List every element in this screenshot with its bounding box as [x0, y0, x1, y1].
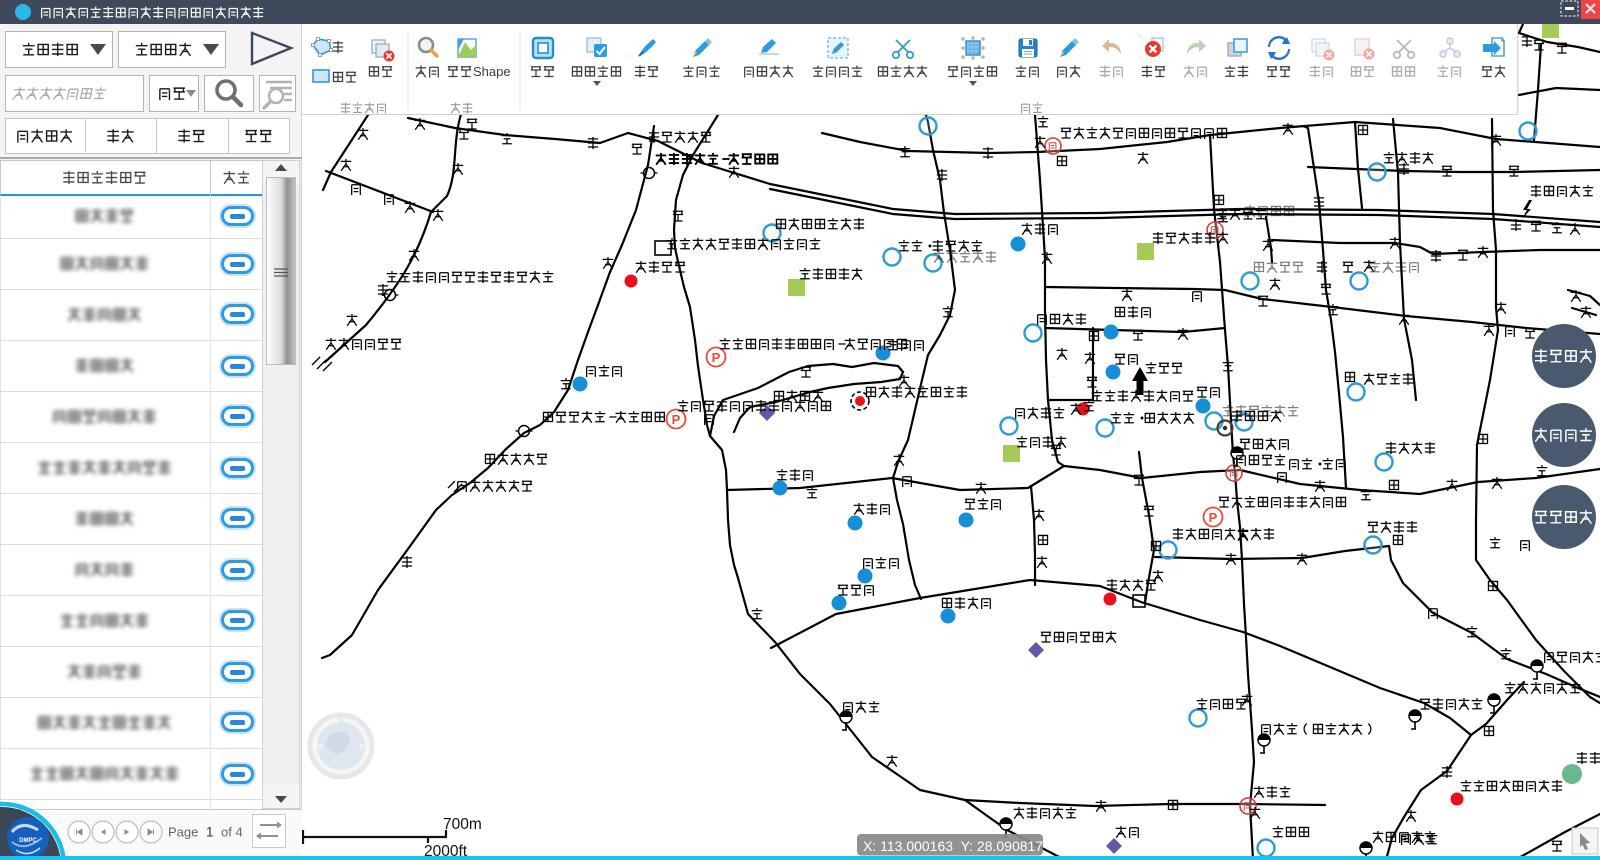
svg-text:N: N: [338, 718, 343, 725]
svg-text:DMPC: DMPC: [19, 838, 37, 844]
svg-text:2000ft: 2000ft: [424, 843, 468, 857]
svg-text:Page: Page: [168, 825, 198, 840]
svg-text:of 4: of 4: [221, 825, 243, 840]
svg-text:X: 113.000163 Y: 28.090817: X: 113.000163 Y: 28.090817: [863, 838, 1043, 854]
svg-text:1: 1: [206, 825, 214, 840]
svg-text:P: P: [1209, 510, 1218, 525]
svg-text:P: P: [712, 350, 721, 365]
svg-text:P: P: [672, 412, 681, 427]
svg-text:E: E: [360, 744, 365, 751]
svg-text:W: W: [317, 744, 324, 751]
svg-text:Shape: Shape: [473, 64, 511, 79]
svg-text:700m: 700m: [443, 816, 482, 833]
